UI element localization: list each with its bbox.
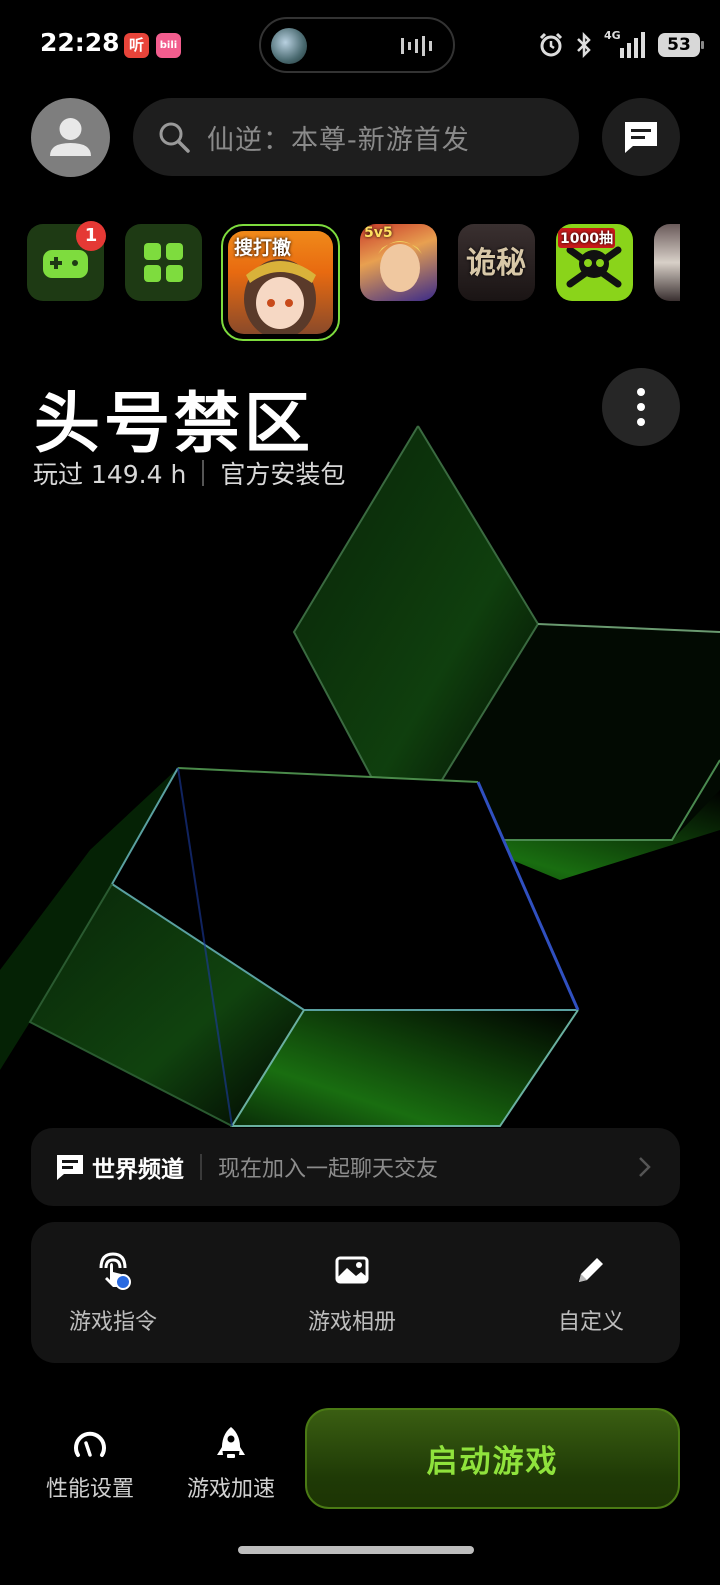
- game-tile-label: 诡秘: [466, 246, 526, 281]
- divider: [202, 460, 205, 486]
- music-cover-icon: [271, 28, 307, 64]
- tool-label: 游戏相册: [307, 1310, 396, 1335]
- signal-icon: 4G: [604, 29, 648, 58]
- game-album-tool[interactable]: 游戏相册: [282, 1250, 422, 1336]
- album-icon: [335, 1256, 369, 1284]
- launch-game-button[interactable]: 启动游戏: [305, 1408, 680, 1509]
- tools-card: 游戏指令 游戏相册 自定义: [31, 1222, 680, 1363]
- game-accelerate-button[interactable]: 游戏加速: [176, 1425, 286, 1503]
- app-grid-button[interactable]: [125, 224, 202, 301]
- more-options-button[interactable]: [602, 368, 680, 446]
- network-type-label: 4G: [604, 29, 621, 42]
- game-command-tool[interactable]: 游戏指令: [43, 1250, 183, 1336]
- install-source-label: 官方安装包: [220, 460, 346, 489]
- chat-icon: [625, 122, 657, 153]
- game-meta: 玩过 149.4 h 官方安装包: [33, 455, 345, 491]
- tool-label: 自定义: [557, 1310, 624, 1335]
- game-icon-partial[interactable]: [654, 224, 680, 301]
- game-tile-label: 5v5: [364, 225, 393, 241]
- chevron-right-icon: [639, 1157, 651, 1177]
- speedometer-icon: [74, 1431, 106, 1457]
- alarm-icon: [539, 32, 563, 57]
- user-avatar[interactable]: [31, 98, 110, 177]
- game-icon-arena-breakout: 搜打撤: [228, 231, 333, 334]
- game-icon-honor-of-kings[interactable]: 5v5: [360, 224, 437, 301]
- dynamic-island[interactable]: [259, 17, 455, 73]
- ting-app-badge: 听: [124, 33, 149, 58]
- game-tile-selected[interactable]: 搜打撤: [221, 224, 340, 341]
- person-icon: [50, 118, 91, 156]
- game-tile-label: 搜打撤: [234, 237, 292, 259]
- launch-label: 启动游戏: [426, 1444, 559, 1480]
- search-bar[interactable]: 仙逆：本尊-新游首发: [133, 98, 579, 176]
- playtime-label: 玩过 149.4 h: [33, 460, 187, 489]
- game-icon-lord-of-mysteries[interactable]: 诡秘: [458, 224, 535, 301]
- customize-tool[interactable]: 自定义: [521, 1250, 661, 1336]
- world-channel-title: 世界频道: [92, 1157, 184, 1183]
- message-button[interactable]: [602, 98, 680, 176]
- divider: [200, 1154, 202, 1180]
- accelerate-label: 游戏加速: [186, 1477, 275, 1502]
- performance-label: 性能设置: [45, 1477, 134, 1502]
- rocket-icon: [217, 1427, 245, 1458]
- battery-icon: 53: [658, 33, 704, 57]
- grid-icon: [144, 243, 183, 282]
- home-indicator[interactable]: [238, 1546, 474, 1554]
- chat-icon: [57, 1155, 83, 1180]
- background-art: [0, 425, 720, 1127]
- game-icon-skull[interactable]: 1000抽: [556, 224, 633, 301]
- game-tile-label: 1000抽: [558, 228, 615, 248]
- audio-wave-icon: [401, 36, 432, 56]
- game-title: 头号禁区: [34, 385, 314, 462]
- world-channel-card[interactable]: 世界频道 现在加入一起聊天交友: [31, 1128, 680, 1206]
- search-icon: [159, 122, 190, 153]
- world-channel-desc: 现在加入一起聊天交友: [218, 1157, 439, 1182]
- search-placeholder: 仙逆：本尊-新游首发: [207, 124, 470, 156]
- pencil-icon: [579, 1258, 603, 1282]
- more-vertical-icon: [637, 388, 645, 426]
- performance-settings-button[interactable]: 性能设置: [35, 1425, 145, 1503]
- status-icons: 4G 53: [538, 29, 704, 60]
- bilibili-app-badge: bili: [156, 33, 181, 58]
- tool-label: 游戏指令: [68, 1310, 157, 1335]
- bluetooth-icon: [577, 32, 591, 58]
- touch-ai-icon: [99, 1252, 131, 1290]
- status-time: 22:28: [40, 28, 120, 57]
- notification-badge: 1: [76, 221, 106, 251]
